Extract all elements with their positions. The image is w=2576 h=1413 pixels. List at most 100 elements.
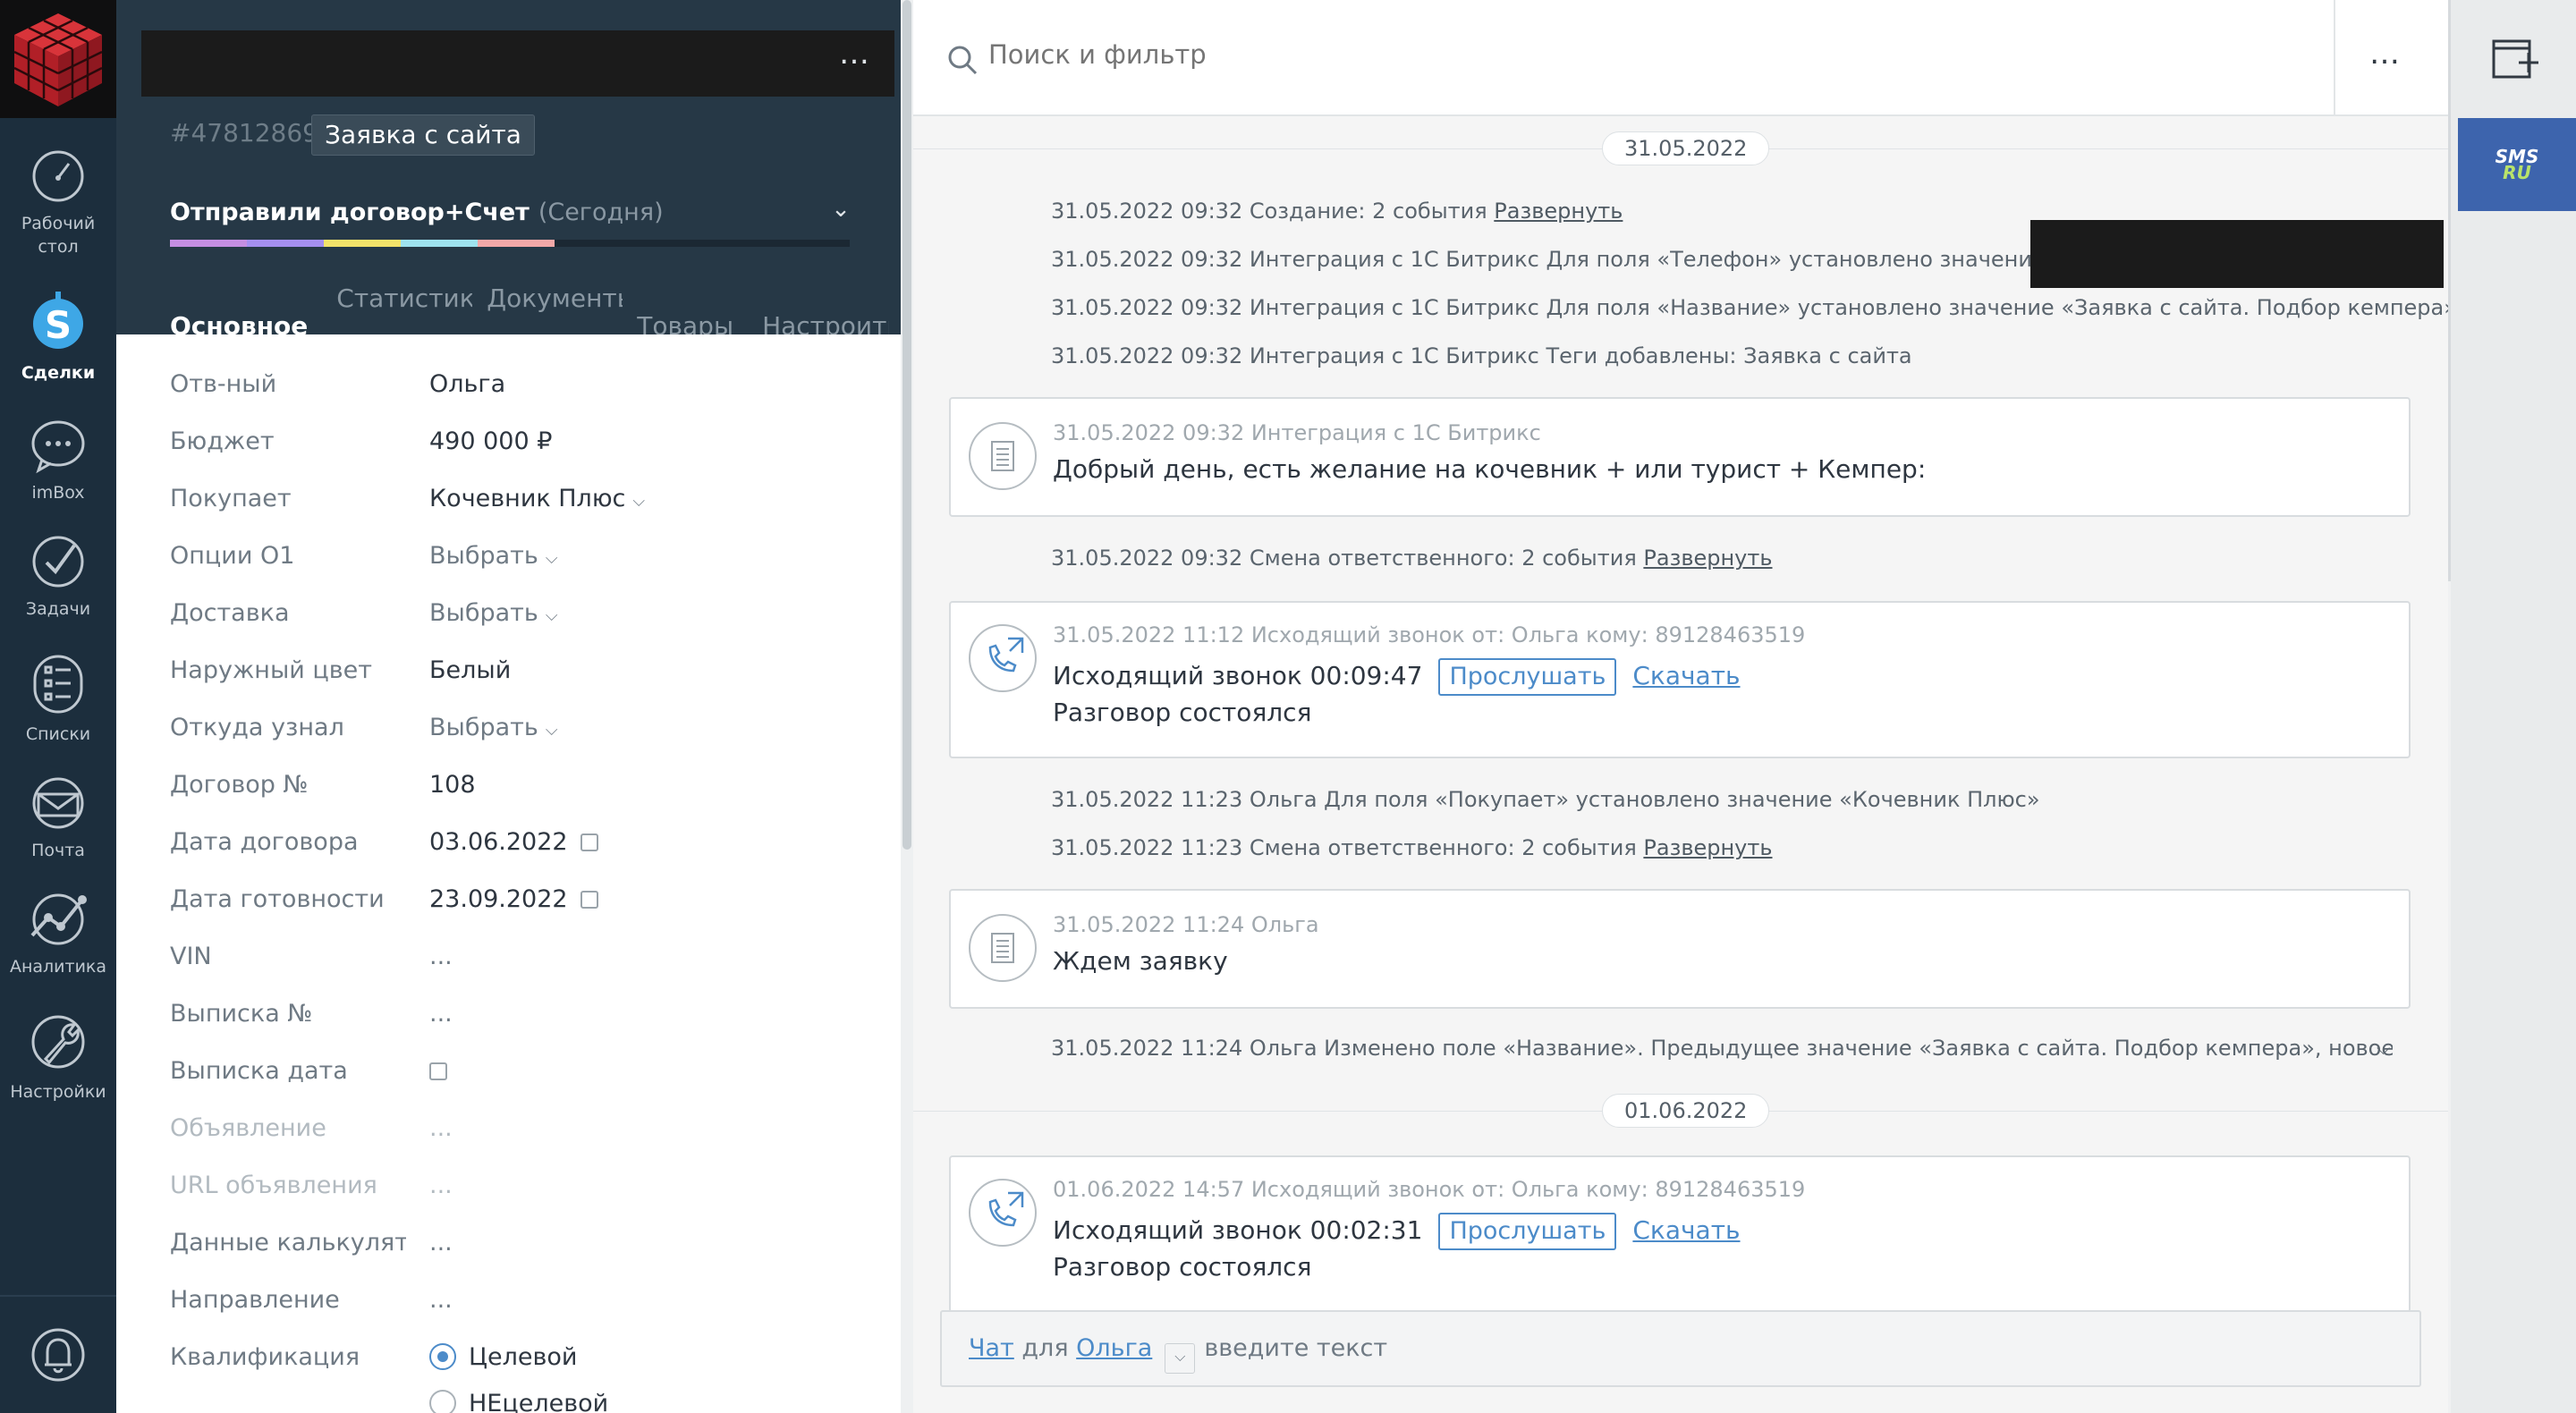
date-separator: 31.05.2022	[1602, 131, 1770, 165]
nav-analytics-label: Аналитика	[9, 957, 107, 977]
nav-dashboard-label-1: Рабочий	[21, 214, 96, 233]
card-scrollbar-thumb[interactable]	[902, 0, 911, 850]
date-input[interactable]	[429, 1053, 447, 1089]
field-label: Выписка дата	[170, 1057, 348, 1085]
add-widget-icon[interactable]	[2492, 36, 2540, 80]
lead-card-header: … #47812869 Заявка с сайта Отправили дог…	[116, 0, 901, 334]
field-contract-date: Дата договора 03.06.2022	[170, 825, 886, 860]
field-select[interactable]: Выбрать ⌵	[429, 710, 557, 749]
field-value[interactable]: ...	[429, 1282, 453, 1318]
field-statement-date: Выписка дата	[170, 1053, 886, 1089]
radio-checked	[429, 1343, 456, 1370]
call-duration: Исходящий звонок 00:09:47	[1053, 661, 1423, 690]
feed-more-button[interactable]: …	[2353, 27, 2416, 89]
nav-settings[interactable]: Настройки	[0, 1011, 116, 1104]
field-budget: Бюджет 490 000 ₽	[170, 424, 886, 460]
chevron-down-icon[interactable]: ⌄	[823, 191, 859, 227]
field-ready-date: Дата готовности 23.09.2022	[170, 882, 886, 918]
download-link[interactable]: Скачать	[1632, 661, 1740, 690]
expand-link[interactable]: Развернуть	[1494, 199, 1623, 224]
chevron-down-icon[interactable]: ⌵	[2377, 1037, 2390, 1059]
field-label: Откуда узнал	[170, 714, 344, 741]
chat-icon	[31, 420, 85, 474]
field-value[interactable]: ...	[429, 939, 453, 975]
field-value: Выбрать	[429, 542, 538, 570]
lead-more-button[interactable]: …	[823, 27, 886, 89]
tab-configure[interactable]: Настроить	[748, 300, 889, 334]
nav-dashboard[interactable]: Рабочий стол	[0, 148, 116, 258]
listen-button[interactable]: Прослушать	[1438, 658, 1617, 696]
field-select[interactable]: Выбрать ⌵	[429, 538, 557, 577]
tab-products[interactable]: Товары	[623, 300, 748, 334]
field-label: VIN	[170, 943, 212, 970]
search-icon	[948, 46, 978, 75]
note-icon	[969, 914, 1037, 982]
nav-mail[interactable]: Почта	[0, 774, 116, 862]
nav-analytics[interactable]: Аналитика	[0, 891, 116, 978]
dashboard-icon	[32, 150, 84, 202]
chat-type-link[interactable]: Чат	[969, 1334, 1014, 1362]
nav-divider	[0, 1295, 116, 1297]
date-input[interactable]: 23.09.2022	[429, 882, 598, 918]
pipeline-status[interactable]: Отправили договор+Счет (Сегодня)	[170, 199, 664, 226]
event-text: 31.05.2022 09:32 Смена ответственного: 2…	[1051, 546, 1637, 571]
call-block-2: 01.06.2022 14:57 Исходящий звонок от: Ол…	[949, 1155, 2411, 1313]
field-select[interactable]: Кочевник Плюс ⌵	[429, 481, 645, 520]
field-value[interactable]: Ольга	[429, 367, 505, 402]
radio-nontarget[interactable]: НЕцелевой	[429, 1386, 608, 1413]
field-value[interactable]: Белый	[429, 653, 511, 689]
pipeline-status-when: (Сегодня)	[538, 199, 664, 226]
nav-deals[interactable]: S Сделки	[0, 290, 116, 385]
field-buys: Покупает Кочевник Плюс ⌵	[170, 481, 886, 517]
field-label: Опции О1	[170, 542, 295, 570]
chat-composer[interactable]: Чат для Ольга ⌵ введите текст	[940, 1310, 2421, 1387]
note-block-2: 31.05.2022 11:24 Ольга Ждем заявку	[949, 889, 2411, 1009]
chat-input-placeholder[interactable]: введите текст	[1204, 1334, 1387, 1362]
nav-imbox[interactable]: imBox	[0, 417, 116, 504]
chat-recipient-link[interactable]: Ольга	[1076, 1334, 1152, 1362]
nav-tasks[interactable]: Задачи	[0, 533, 116, 621]
search-input[interactable]	[988, 39, 2241, 70]
field-value[interactable]: ...	[429, 1225, 453, 1261]
download-link[interactable]: Скачать	[1632, 1215, 1740, 1245]
field-direction: Направление...	[170, 1282, 886, 1318]
nav-notifications[interactable]	[0, 1324, 116, 1393]
field-label: URL объявления	[170, 1172, 377, 1199]
lead-id: #47812869	[170, 118, 318, 148]
tab-statistics[interactable]: Статистика	[322, 272, 472, 334]
field-select[interactable]: Выбрать ⌵	[429, 596, 557, 634]
radio-label: Целевой	[469, 1343, 578, 1371]
event-phone-set: 31.05.2022 09:32 Интеграция с 1С Битрикс…	[1051, 247, 2162, 272]
tab-documents[interactable]: Документы	[472, 272, 623, 334]
event-tags-added: 31.05.2022 09:32 Интеграция с 1С Битрикс…	[1051, 343, 1912, 368]
field-value[interactable]: ...	[429, 996, 453, 1032]
field-label: Объявление	[170, 1114, 326, 1142]
app-logo[interactable]	[0, 0, 116, 118]
field-value[interactable]: ...	[429, 1111, 453, 1146]
call-result: Разговор состоялся	[1053, 698, 1312, 727]
chevron-down-icon[interactable]: ⌵	[1165, 1343, 1196, 1374]
lists-icon	[33, 655, 83, 714]
radio-target[interactable]: Целевой	[429, 1340, 577, 1375]
call-summary: Исходящий звонок 00:09:47 Прослушать Скача…	[1053, 658, 1741, 696]
nav-tasks-label: Задачи	[25, 599, 91, 619]
listen-button[interactable]: Прослушать	[1438, 1213, 1617, 1250]
radio-unchecked	[429, 1390, 456, 1413]
tab-main[interactable]: Основное	[156, 300, 322, 334]
card-scrollbar[interactable]	[901, 0, 913, 1413]
lead-tag[interactable]: Заявка с сайта	[311, 114, 535, 156]
field-label: Доставка	[170, 599, 290, 627]
call-result: Разговор состоялся	[1053, 1252, 1312, 1282]
nav-imbox-label: imBox	[31, 483, 85, 503]
expand-link[interactable]: Развернуть	[1643, 835, 1772, 860]
bell-icon	[31, 1328, 85, 1382]
date-input[interactable]: 03.06.2022	[429, 825, 598, 860]
field-value[interactable]: 490 000 ₽	[429, 424, 552, 460]
expand-link[interactable]: Развернуть	[1643, 546, 1772, 571]
field-value[interactable]: ...	[429, 1168, 453, 1204]
nav-lists[interactable]: Списки	[0, 653, 116, 746]
field-value[interactable]: 108	[429, 767, 476, 803]
nav-settings-label: Настройки	[10, 1082, 106, 1102]
field-source: Откуда узнал Выбрать ⌵	[170, 710, 886, 746]
sms-ru-widget[interactable]: SMS RU	[2458, 118, 2576, 211]
